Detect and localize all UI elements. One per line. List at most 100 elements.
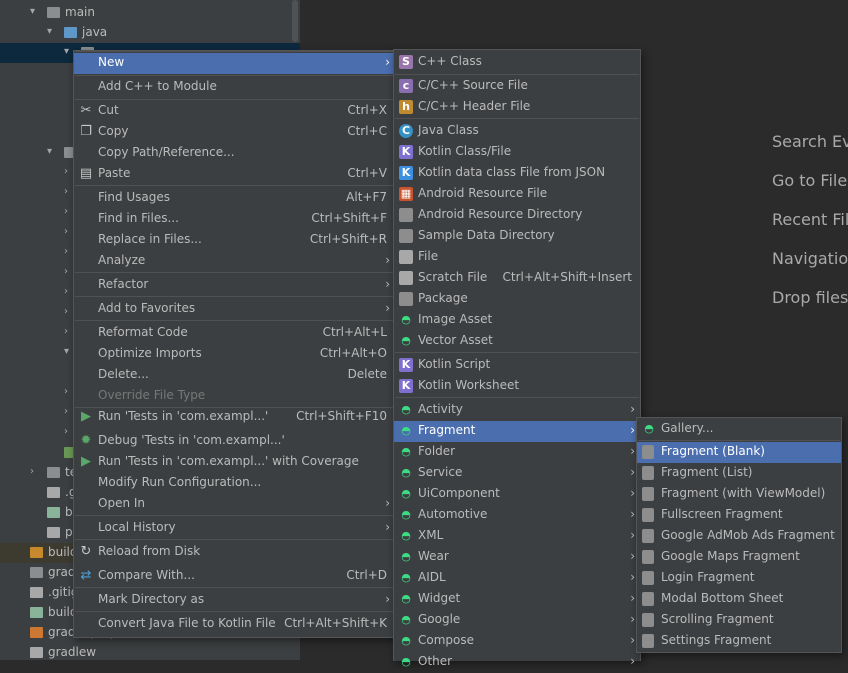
tree-row[interactable]: gradlew [0, 643, 300, 660]
menu-item-file[interactable]: File [394, 247, 640, 268]
menu-item-run-tests-in-com-exampl-with-coverage[interactable]: ▶ Run 'Tests in 'com.exampl...' with Cove… [74, 452, 395, 473]
menu-separator [75, 272, 394, 273]
menu-item-android-resource-directory[interactable]: Android Resource Directory [394, 205, 640, 226]
chevron-right-icon[interactable]: › [64, 286, 68, 297]
menu-item-image-asset[interactable]: ◓ Image Asset [394, 310, 640, 331]
chevron-down-icon[interactable]: ▾ [30, 6, 35, 17]
menu-item-kotlin-worksheet[interactable]: K Kotlin Worksheet [394, 376, 640, 397]
menu-item-fragment[interactable]: ◓ Fragment › [394, 421, 640, 442]
menu-item-scratch-file[interactable]: Scratch File Ctrl+Alt+Shift+Insert [394, 268, 640, 289]
menu-item-java-class[interactable]: C Java Class [394, 121, 640, 142]
menu-item-reload-from-disk[interactable]: ↻ Reload from Disk [74, 542, 395, 563]
menu-item-service[interactable]: ◓ Service › [394, 463, 640, 484]
menu-item-modal-bottom-sheet[interactable]: Modal Bottom Sheet [637, 589, 841, 610]
menu-item-kotlin-script[interactable]: K Kotlin Script [394, 355, 640, 376]
menu-item-delete[interactable]: Delete... Delete [74, 365, 395, 386]
menu-item-mark-directory-as[interactable]: Mark Directory as › [74, 590, 395, 611]
resource-dir-icon [399, 208, 413, 222]
menu-item-open-in[interactable]: Open In › [74, 494, 395, 515]
menu-item-paste[interactable]: ▤ Paste Ctrl+V [74, 164, 395, 185]
menu-item-label: Android Resource File [418, 186, 548, 200]
menu-item-google[interactable]: ◓ Google › [394, 610, 640, 631]
menu-item-label: Fragment (Blank) [661, 444, 765, 458]
gradle-icon [47, 507, 60, 518]
menu-item-google-admob-ads-fragment[interactable]: Google AdMob Ads Fragment [637, 526, 841, 547]
android-folder-icon: ◓ [401, 445, 411, 458]
menu-item-fragment-list[interactable]: Fragment (List) [637, 463, 841, 484]
tree-row[interactable]: ▾ java [0, 23, 300, 43]
menu-item-refactor[interactable]: Refactor › [74, 275, 395, 296]
menu-item-widget[interactable]: ◓ Widget › [394, 589, 640, 610]
menu-item-copy-path-reference[interactable]: Copy Path/Reference... [74, 143, 395, 164]
chevron-right-icon[interactable]: › [64, 166, 68, 177]
menu-item-xml[interactable]: ◓ XML › [394, 526, 640, 547]
menu-item-cut[interactable]: ✂ Cut Ctrl+X [74, 101, 395, 122]
menu-item-replace-in-files[interactable]: Replace in Files... Ctrl+Shift+R [74, 230, 395, 251]
menu-item-activity[interactable]: ◓ Activity › [394, 400, 640, 421]
menu-item-sample-data-directory[interactable]: Sample Data Directory [394, 226, 640, 247]
menu-item-modify-run-configuration[interactable]: Modify Run Configuration... [74, 473, 395, 494]
chevron-right-icon[interactable]: › [64, 206, 68, 217]
compare-icon: ⇄ [80, 568, 92, 583]
chevron-right-icon[interactable]: › [64, 186, 68, 197]
menu-item-optimize-imports[interactable]: Optimize Imports Ctrl+Alt+O [74, 344, 395, 365]
menu-item-other[interactable]: ◓ Other › [394, 652, 640, 673]
cpp-source-icon: c [399, 79, 413, 93]
menu-item-fragment-blank[interactable]: Fragment (Blank) [637, 442, 841, 463]
chevron-right-icon[interactable]: › [64, 426, 68, 437]
menu-item-kotlin-class-file[interactable]: K Kotlin Class/File [394, 142, 640, 163]
menu-item-run-tests-in-com-exampl[interactable]: ▶ Run 'Tests in 'com.exampl...' Ctrl+Shift… [74, 407, 395, 428]
hint-search-eve: Search Eve [772, 132, 848, 151]
menu-item-add-to-favorites[interactable]: Add to Favorites › [74, 299, 395, 320]
menu-item-package[interactable]: Package [394, 289, 640, 310]
menu-item-aidl[interactable]: ◓ AIDL › [394, 568, 640, 589]
menu-item-google-maps-fragment[interactable]: Google Maps Fragment [637, 547, 841, 568]
chevron-right-icon[interactable]: › [30, 466, 34, 477]
menu-item-wear[interactable]: ◓ Wear › [394, 547, 640, 568]
menu-item-login-fragment[interactable]: Login Fragment [637, 568, 841, 589]
menu-item-fragment-with-viewmodel[interactable]: Fragment (with ViewModel) [637, 484, 841, 505]
menu-item-c-c-header-file[interactable]: h C/C++ Header File [394, 97, 640, 118]
chevron-down-icon[interactable]: ▾ [64, 46, 69, 57]
menu-item-add-c-to-module[interactable]: Add C++ to Module [74, 77, 395, 98]
menu-item-label: C/C++ Header File [418, 99, 531, 113]
menu-item-automotive[interactable]: ◓ Automotive › [394, 505, 640, 526]
chevron-right-icon[interactable]: › [64, 306, 68, 317]
hint-go-to-file: Go to File [772, 171, 848, 190]
chevron-right-icon[interactable]: › [64, 326, 68, 337]
menu-item-find-in-files[interactable]: Find in Files... Ctrl+Shift+F [74, 209, 395, 230]
menu-item-settings-fragment[interactable]: Settings Fragment [637, 631, 841, 652]
menu-item-scrolling-fragment[interactable]: Scrolling Fragment [637, 610, 841, 631]
menu-item-debug-tests-in-com-exampl[interactable]: ✹ Debug 'Tests in 'com.exampl...' [74, 431, 395, 452]
menu-item-c-c-source-file[interactable]: c C/C++ Source File [394, 76, 640, 97]
menu-item-copy[interactable]: ❐ Copy Ctrl+C [74, 122, 395, 143]
menu-item-new[interactable]: New › [74, 53, 395, 74]
chevron-right-icon[interactable]: › [64, 386, 68, 397]
chevron-right-icon[interactable]: › [64, 266, 68, 277]
file-icon [47, 487, 60, 498]
menu-item-local-history[interactable]: Local History › [74, 518, 395, 539]
menu-item-c-class[interactable]: S C++ Class [394, 52, 640, 73]
menu-item-compose[interactable]: ◓ Compose › [394, 631, 640, 652]
menu-item-analyze[interactable]: Analyze › [74, 251, 395, 272]
menu-item-convert-java-file-to-kotlin-file[interactable]: Convert Java File to Kotlin File Ctrl+Alt… [74, 614, 395, 635]
menu-item-fullscreen-fragment[interactable]: Fullscreen Fragment [637, 505, 841, 526]
menu-item-android-resource-file[interactable]: ▦ Android Resource File [394, 184, 640, 205]
menu-item-gallery[interactable]: ◓ Gallery... [637, 419, 841, 440]
menu-item-uicomponent[interactable]: ◓ UiComponent › [394, 484, 640, 505]
chevron-down-icon[interactable]: ▾ [47, 26, 52, 37]
menu-item-kotlin-data-class-file-from-json[interactable]: K Kotlin data class File from JSON [394, 163, 640, 184]
tree-row[interactable]: ▾ main [0, 3, 300, 23]
chevron-right-icon[interactable]: › [64, 246, 68, 257]
menu-item-compare-with[interactable]: ⇄ Compare With... Ctrl+D [74, 566, 395, 587]
chevron-down-icon[interactable]: ▾ [64, 346, 69, 357]
menu-item-vector-asset[interactable]: ◓ Vector Asset [394, 331, 640, 352]
chevron-down-icon[interactable]: ▾ [47, 146, 52, 157]
chevron-right-icon[interactable]: › [64, 406, 68, 417]
menu-item-folder[interactable]: ◓ Folder › [394, 442, 640, 463]
chevron-right-icon[interactable]: › [64, 226, 68, 237]
menu-item-label: Automotive [418, 507, 488, 521]
chevron-right-icon: › [630, 612, 635, 626]
menu-item-find-usages[interactable]: Find Usages Alt+F7 [74, 188, 395, 209]
menu-item-reformat-code[interactable]: Reformat Code Ctrl+Alt+L [74, 323, 395, 344]
